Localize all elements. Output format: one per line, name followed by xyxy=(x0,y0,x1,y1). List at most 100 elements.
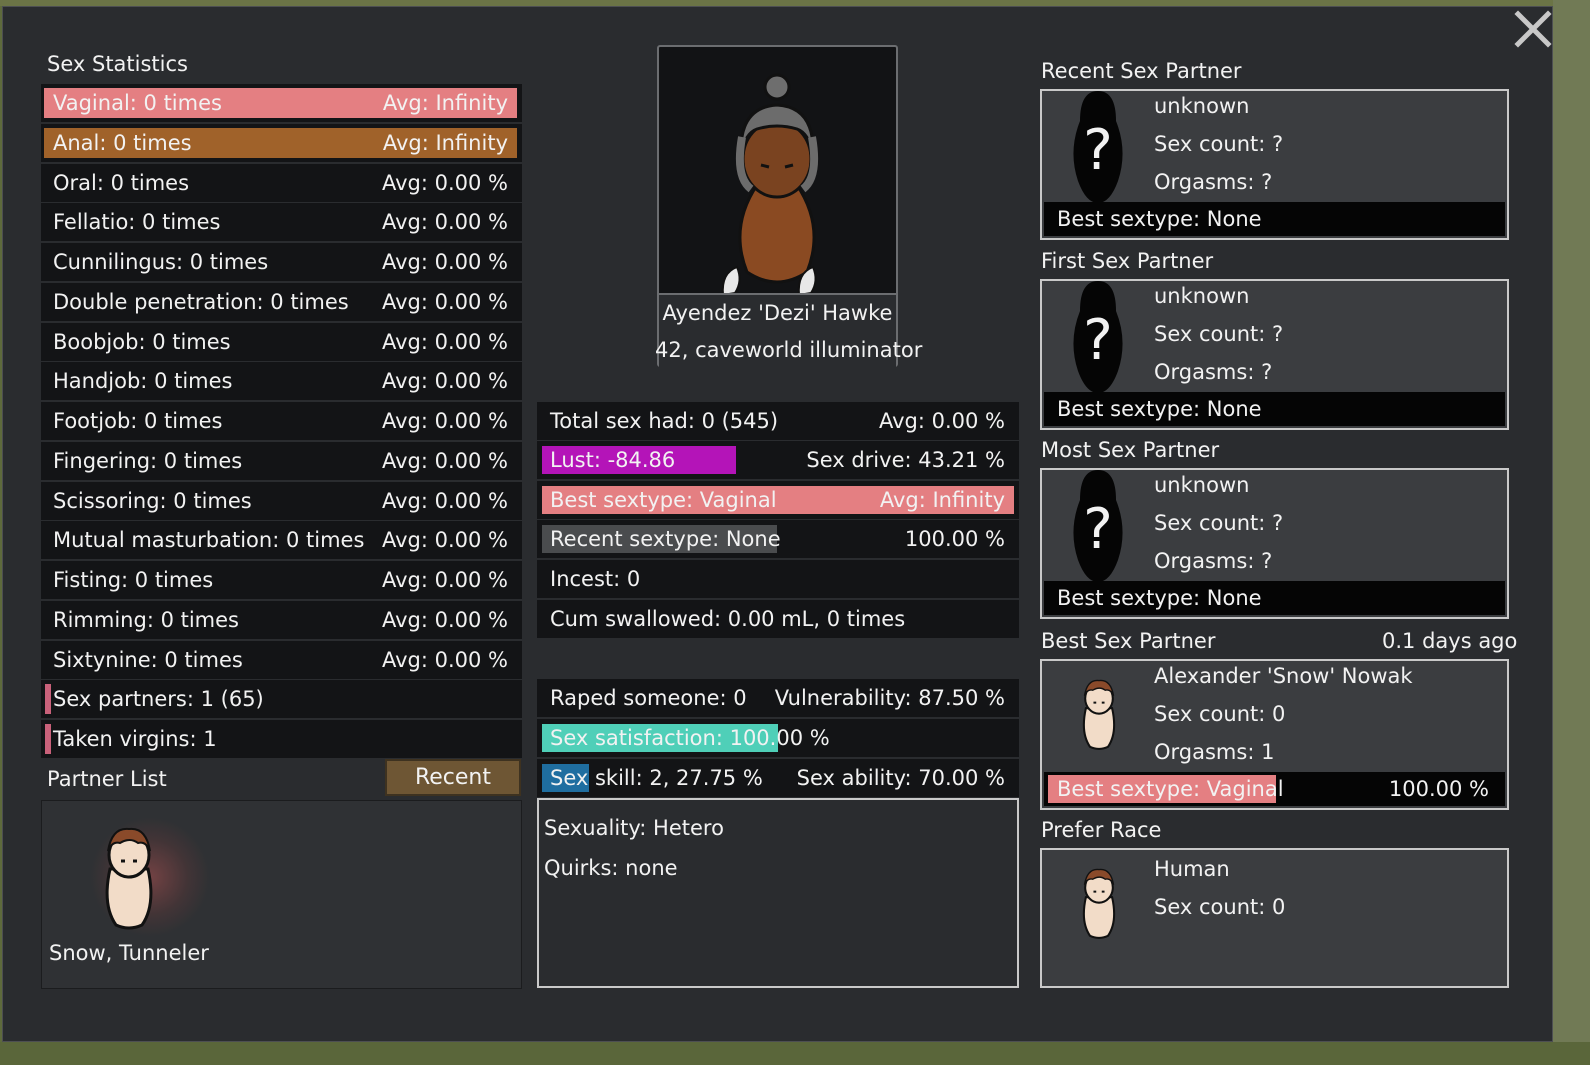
incest-label: Incest: 0 xyxy=(550,567,641,591)
most-partner-best-label: Best sextype: None xyxy=(1057,586,1262,610)
best-sextype-label: Best sextype: Vaginal xyxy=(550,488,777,512)
raped-row: Raped someone: 0 Vulnerability: 87.50 % xyxy=(537,679,1019,717)
first-partner-box[interactable]: ? unknown Sex count: ? Orgasms: ? Best s… xyxy=(1040,279,1509,430)
pawn-description: 42, caveworld illuminator xyxy=(655,338,923,362)
first-partner-name: unknown xyxy=(1154,284,1250,308)
stat-label: Fellatio: 0 times xyxy=(53,210,221,234)
cum-row: Cum swallowed: 0.00 mL, 0 times xyxy=(537,600,1019,638)
pawn-portrait-icon xyxy=(721,73,819,297)
best-partner-name: Alexander 'Snow' Nowak xyxy=(1154,664,1413,688)
satisfaction-row: Sex satisfaction: 100.00 % xyxy=(537,719,1019,757)
stat-avg: Avg: Infinity xyxy=(382,91,508,115)
stat-label: Oral: 0 times xyxy=(53,171,190,195)
stat-row: Boobjob: 0 times Avg: 0.00 % xyxy=(41,323,522,361)
best-sextype-row: Best sextype: Vaginal Avg: Infinity xyxy=(537,481,1019,519)
prefer-race-title: Prefer Race xyxy=(1041,818,1162,842)
lust-label: Lust: -84.86 xyxy=(550,448,676,472)
stat-avg: Avg: 0.00 % xyxy=(381,369,508,393)
stat-label: Vaginal: 0 times xyxy=(53,91,222,115)
first-partner-best-label: Best sextype: None xyxy=(1057,397,1262,421)
stat-row: Fisting: 0 times Avg: 0.00 % xyxy=(41,561,522,599)
incest-row: Incest: 0 xyxy=(537,560,1019,598)
recent-button[interactable]: Recent xyxy=(385,759,521,796)
first-partner-best: Best sextype: None xyxy=(1044,392,1505,426)
total-sex-row: Total sex had: 0 (545) Avg: 0.00 % xyxy=(537,402,1019,440)
best-partner-ago: 0.1 days ago xyxy=(1382,629,1518,653)
cum-label: Cum swallowed: 0.00 mL, 0 times xyxy=(550,607,906,631)
stat-row: Vaginal: 0 times Avg: Infinity xyxy=(41,84,522,122)
most-partner-count: Sex count: ? xyxy=(1154,511,1284,535)
recent-partner-orgasms: Orgasms: ? xyxy=(1154,170,1273,194)
best-partner-count: Sex count: 0 xyxy=(1154,702,1286,726)
most-partner-orgasms: Orgasms: ? xyxy=(1154,549,1273,573)
stat-label: Handjob: 0 times xyxy=(53,369,233,393)
sex-partners-row: Sex partners: 1 (65) xyxy=(41,680,522,718)
stat-label: Boobjob: 0 times xyxy=(53,330,231,354)
stat-row: Fellatio: 0 times Avg: 0.00 % xyxy=(41,203,522,241)
recent-partner-best-label: Best sextype: None xyxy=(1057,207,1262,231)
partner-name[interactable]: Snow, Tunneler xyxy=(49,941,209,965)
taken-virgins-row: Taken virgins: 1 xyxy=(41,720,522,758)
partner-list-panel: Snow, Tunneler xyxy=(41,800,522,989)
best-partner-title: Best Sex Partner xyxy=(1041,629,1216,653)
stat-avg: Avg: 0.00 % xyxy=(381,290,508,314)
pawn-name: Ayendez 'Dezi' Hawke xyxy=(662,301,893,325)
stat-row: Anal: 0 times Avg: Infinity xyxy=(41,124,522,162)
total-avg-label: Avg: 0.00 % xyxy=(878,409,1005,433)
stat-row: Handjob: 0 times Avg: 0.00 % xyxy=(41,362,522,400)
sexuality-panel: Sexuality: Hetero Quirks: none xyxy=(537,798,1019,988)
stat-row: Cunnilingus: 0 times Avg: 0.00 % xyxy=(41,243,522,281)
best-partner-box[interactable]: Alexander 'Snow' Nowak Sex count: 0 Orga… xyxy=(1040,659,1509,810)
question-mark-icon: ? xyxy=(1073,281,1123,393)
stat-row: Oral: 0 times Avg: 0.00 % xyxy=(41,164,522,202)
first-partner-count: Sex count: ? xyxy=(1154,322,1284,346)
stat-avg: Avg: 0.00 % xyxy=(381,528,508,552)
stat-avg: Avg: 0.00 % xyxy=(381,608,508,632)
best-avg-label: Avg: Infinity xyxy=(879,488,1005,512)
recent-sextype-row: Recent sextype: None 100.00 % xyxy=(537,520,1019,558)
pawn-portrait-frame: Ayendez 'Dezi' Hawke 42, caveworld illum… xyxy=(655,45,922,367)
most-partner-name: unknown xyxy=(1154,473,1250,497)
question-mark-icon: ? xyxy=(1073,91,1123,203)
stat-avg: Avg: 0.00 % xyxy=(381,250,508,274)
stat-label: Scissoring: 0 times xyxy=(53,489,252,513)
sex-statistics-title: Sex Statistics xyxy=(47,52,188,76)
first-partner-orgasms: Orgasms: ? xyxy=(1154,360,1273,384)
satisfaction-label: Sex satisfaction: 100.00 % xyxy=(550,726,830,750)
best-partner-best-label: Best sextype: Vaginal xyxy=(1057,777,1284,801)
ability-label: Sex ability: 70.00 % xyxy=(796,766,1005,790)
lust-row: Lust: -84.86 Sex drive: 43.21 % xyxy=(537,441,1019,479)
most-partner-box[interactable]: ? unknown Sex count: ? Orgasms: ? Best s… xyxy=(1040,468,1509,619)
sexuality-label: Sexuality: Hetero xyxy=(544,816,724,840)
pawn-name-plate: Ayendez 'Dezi' Hawke 42, caveworld illum… xyxy=(655,293,922,367)
recent-partner-best: Best sextype: None xyxy=(1044,202,1505,236)
stat-avg: Avg: Infinity xyxy=(382,131,508,155)
quirks-label: Quirks: none xyxy=(544,856,678,880)
close-button[interactable] xyxy=(1514,10,1552,48)
recent-button-label: Recent xyxy=(414,765,492,790)
taken-virgins-label: Taken virgins: 1 xyxy=(53,727,217,751)
raped-label: Raped someone: 0 xyxy=(550,686,747,710)
stat-avg: Avg: 0.00 % xyxy=(381,568,508,592)
stat-row: Mutual masturbation: 0 times Avg: 0.00 % xyxy=(41,521,522,559)
stat-avg: Avg: 0.00 % xyxy=(381,210,508,234)
skill-label: Sex skill: 2, 27.75 % xyxy=(550,766,763,790)
question-mark-icon: ? xyxy=(1073,470,1123,582)
best-partner-best-pct: 100.00 % xyxy=(1388,777,1489,801)
vulnerability-label: Vulnerability: 87.50 % xyxy=(774,686,1005,710)
stat-label: Sixtynine: 0 times xyxy=(53,648,243,672)
stat-avg: Avg: 0.00 % xyxy=(381,330,508,354)
partner-list-title: Partner List xyxy=(47,767,167,791)
best-partner-orgasms: Orgasms: 1 xyxy=(1154,740,1275,764)
close-icon xyxy=(1514,10,1552,48)
recent-pct-label: 100.00 % xyxy=(904,527,1005,551)
prefer-race-count: Sex count: 0 xyxy=(1154,895,1286,919)
best-partner-best: Best sextype: Vaginal 100.00 % xyxy=(1044,772,1505,806)
recent-partner-count: Sex count: ? xyxy=(1154,132,1284,156)
pawn-portrait-icon[interactable] xyxy=(94,821,164,931)
stat-label: Rimming: 0 times xyxy=(53,608,239,632)
recent-partner-box[interactable]: ? unknown Sex count: ? Orgasms: ? Best s… xyxy=(1040,89,1509,240)
stat-label: Mutual masturbation: 0 times xyxy=(53,528,365,552)
stat-row: Double penetration: 0 times Avg: 0.00 % xyxy=(41,283,522,321)
prefer-race-name: Human xyxy=(1154,857,1230,881)
